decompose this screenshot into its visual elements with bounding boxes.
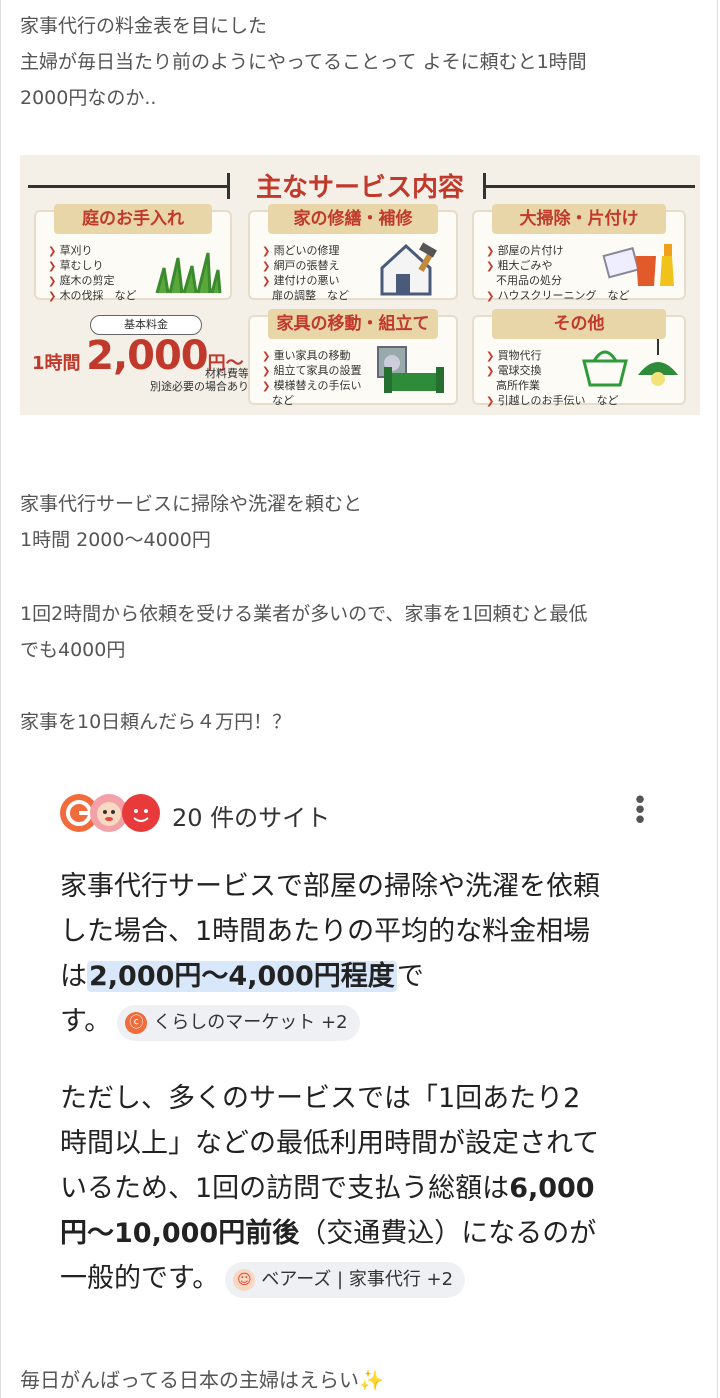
summary-text: 一般的です。 [60, 1263, 220, 1294]
summary-line: す。 ⓒ くらしのマーケット +2 [60, 999, 680, 1044]
summary-bold: 6,000 [509, 1173, 595, 1204]
kurashi-chip-icon: ⓒ [125, 1011, 148, 1034]
image-header: 主なサービス内容 [20, 165, 700, 205]
sites-count: 20 件のサイト [172, 804, 331, 832]
intro-line: 2000円なのか.. [20, 87, 157, 109]
sofa-icon [377, 346, 444, 393]
intro-line: 家事代行の料金表を目にした [20, 15, 268, 37]
box-item: 雨どいの修理 [262, 244, 349, 259]
service-box-other: その他 買物代行 電球交換 高所作業 引越しのお手伝い など [472, 309, 686, 407]
summary-line: 家事代行サービスで部屋の掃除や洗濯を依頼 [60, 871, 600, 902]
paragraph-line: 1回2時間から依頼を受ける業者が多いので、家事を1回頼むと最低 [20, 603, 588, 625]
box-title: 庭のお手入れ [54, 204, 212, 234]
image-title: 主なサービス内容 [255, 173, 464, 203]
service-box-furniture: 家具の移動・組立て 重い家具の移動 組立て家具の設置 模様替えの手伝い など [248, 309, 458, 407]
summary-line: は2,000円〜4,000円程度で [60, 954, 680, 999]
summary-line: 時間以上」などの最低利用時間が設定されて [60, 1128, 600, 1159]
box-item: 庭木の剪定 [48, 274, 137, 289]
paragraph-line: 1時間 2000〜4000円 [20, 529, 211, 551]
post-paragraph-1: 家事代行サービスに掃除や洗濯を頼むと 1時間 2000〜4000円 [20, 486, 362, 558]
paragraph-line: 家事代行サービスに掃除や洗濯を頼むと [20, 493, 363, 515]
chip-label: ベアーズ | 家事代行 +2 [261, 1268, 454, 1290]
chip-label: くらしのマーケット +2 [153, 1011, 348, 1033]
more-options-icon[interactable]: • • • [630, 788, 650, 834]
box-title: その他 [492, 309, 666, 339]
grass-icon [155, 252, 222, 294]
intro-line: 主婦が毎日当たり前のようにやってることって よそに頼むと1時間 [20, 51, 587, 73]
service-box-garden: 庭のお手入れ 草刈り 草むしり 庭木の剪定 木の伐採 など [34, 204, 232, 302]
summary-text: いるため、1回の訪問で支払う総額は [60, 1173, 510, 1204]
site-logo-icon [122, 794, 160, 832]
summary-text: す。 [60, 1006, 112, 1037]
price-note-line: 別途必要の場合あり [150, 380, 249, 393]
service-box-repair: 家の修繕・補修 雨どいの修理 網戸の張替え 建付けの悪い 扉の調整 など [248, 204, 458, 302]
sources-header[interactable]: 20 件のサイト • • • [60, 788, 660, 838]
price-tag: 基本料金 [90, 315, 202, 335]
price-prefix: 1時間 [32, 353, 81, 374]
box-item: 網戸の張替え [262, 259, 349, 274]
service-box-cleaning: 大掃除・片付け 部屋の片付け 粗大ごみや 不用品の処分 ハウスクリーニング など [472, 204, 686, 302]
summary-line: 円〜10,000円前後（交通費込）になるのが [60, 1211, 680, 1256]
summary-bold: 円〜10,000円前後 [60, 1218, 300, 1249]
cleaning-supplies-icon [602, 244, 674, 286]
box-item: 組立て家具の設置 [262, 364, 362, 379]
box-item: 重い家具の移動 [262, 349, 362, 364]
summary-text: は [60, 961, 87, 992]
box-item: 木の伐採 など [48, 289, 137, 304]
service-price-image: 主なサービス内容 庭のお手入れ 草刈り 草むしり 庭木の剪定 木の伐採 など 家… [20, 155, 700, 415]
paragraph-line: 家事を10日頼んだら４万円！？ [20, 711, 292, 733]
bears-chip-icon: ☺ [233, 1268, 256, 1291]
box-title: 大掃除・片付け [492, 204, 666, 234]
post-paragraph-3: 家事を10日頼んだら４万円！？ [20, 704, 291, 740]
box-item: 模様替えの手伝い [262, 379, 362, 394]
price-note: 材料費等 別途必要の場合あり [150, 367, 249, 393]
price-range-highlight: 2,000円〜4,000円程度 [87, 961, 397, 992]
box-item: 草刈り [48, 244, 137, 259]
post-closing: 毎日がんばってる日本の主婦はえらい✨ [20, 1368, 384, 1392]
summary-text: で [396, 961, 424, 992]
summary-paragraph-1: 家事代行サービスで部屋の掃除や洗濯を依頼 した場合、1時間あたりの平均的な料金相… [60, 864, 680, 1044]
source-chip-kurashi[interactable]: ⓒ くらしのマーケット +2 [117, 1004, 360, 1041]
post-paragraph-2: 1回2時間から依頼を受ける業者が多いので、家事を1回頼むと最低 でも4000円 [20, 596, 588, 668]
price-note-line: 材料費等 [205, 367, 249, 380]
box-item: 扉の調整 など [272, 289, 349, 302]
post-intro: 家事代行の料金表を目にした 主婦が毎日当たり前のようにやってることって よそに頼… [20, 8, 587, 116]
paragraph-line: でも4000円 [20, 639, 126, 661]
summary-text: （交通費込）になるのが [299, 1218, 597, 1249]
summary-line: いるため、1回の訪問で支払う総額は6,000 [60, 1166, 680, 1211]
box-item: など [272, 394, 294, 407]
summary-line: した場合、1時間あたりの平均的な料金相場 [60, 916, 591, 947]
house-icon [380, 242, 437, 296]
summary-line: 一般的です。 ☺ ベアーズ | 家事代行 +2 [60, 1256, 680, 1301]
basket-and-lamp-icon [582, 339, 678, 387]
source-chip-bears[interactable]: ☺ ベアーズ | 家事代行 +2 [225, 1261, 466, 1298]
box-item: 建付けの悪い [262, 274, 349, 289]
summary-line: ただし、多くのサービスでは「1回あたり2 [60, 1083, 581, 1114]
box-title: 家具の移動・組立て [268, 309, 438, 339]
box-title: 家の修繕・補修 [268, 204, 438, 234]
summary-paragraph-2: ただし、多くのサービスでは「1回あたり2 時間以上」などの最低利用時間が設定され… [60, 1076, 680, 1301]
box-item: 草むしり [48, 259, 137, 274]
